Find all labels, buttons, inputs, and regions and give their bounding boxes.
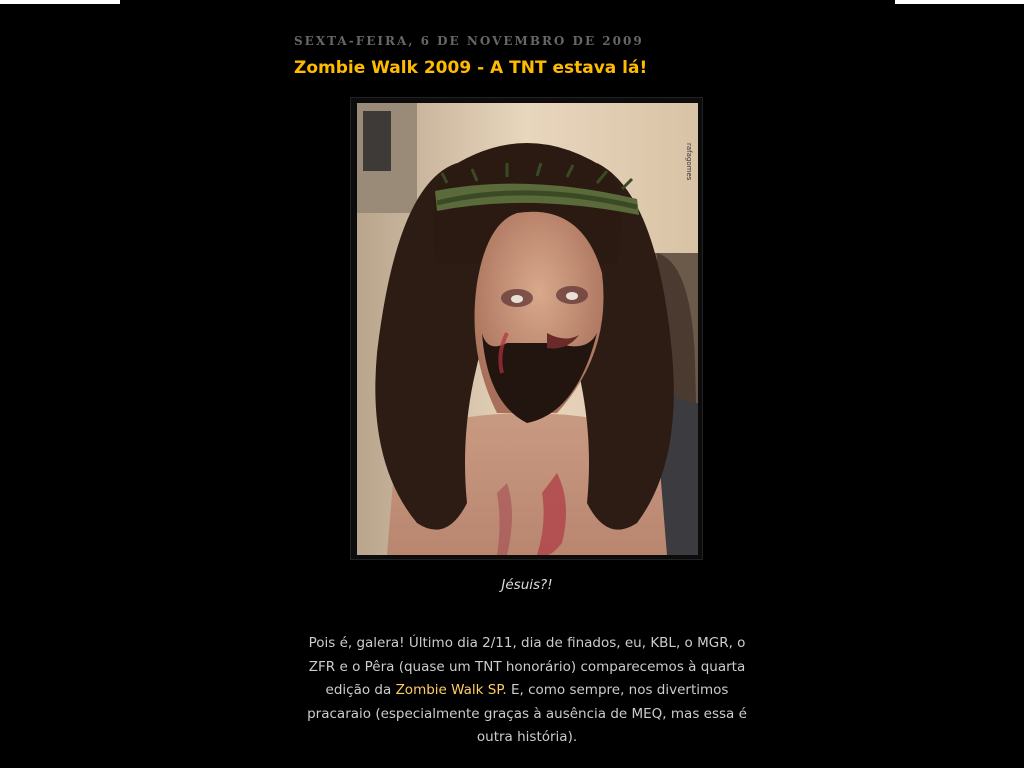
post-title: Zombie Walk 2009 - A TNT estava lá! — [294, 58, 647, 78]
image-caption: Jésuis?! — [501, 577, 553, 593]
post-body: Pois é, galera! Último dia 2/11, dia de … — [294, 632, 760, 750]
top-bar-left — [0, 0, 120, 4]
image-watermark: rafagomes — [685, 143, 693, 181]
post-image-frame[interactable]: rafagomes — [350, 97, 703, 560]
post-image[interactable]: rafagomes — [357, 103, 698, 555]
top-bar-right — [895, 0, 1024, 4]
post-date-header: SEXTA-FEIRA, 6 DE NOVEMBRO DE 2009 — [294, 34, 644, 48]
zombie-walk-sp-link[interactable]: Zombie Walk SP — [396, 682, 503, 698]
post-title-link[interactable]: Zombie Walk 2009 - A TNT estava lá! — [294, 58, 647, 78]
